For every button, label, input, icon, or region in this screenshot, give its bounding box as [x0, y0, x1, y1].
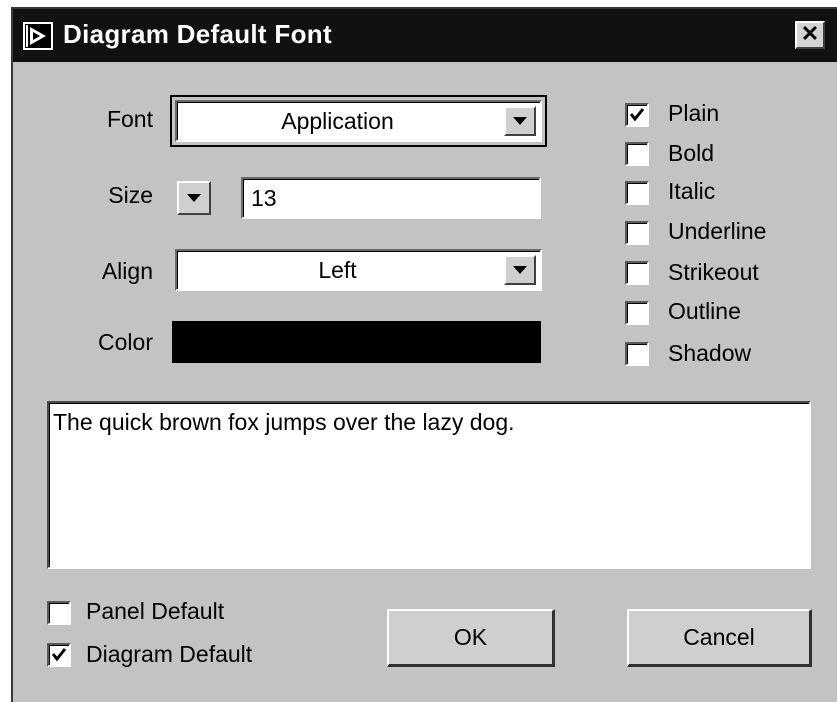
bold-label: Bold [668, 140, 715, 166]
italic-label: Italic [668, 178, 716, 204]
bold-checkbox[interactable] [625, 142, 649, 166]
size-label: Size [108, 182, 153, 208]
underline-label: Underline [668, 218, 767, 244]
color-swatch[interactable] [172, 321, 541, 363]
panel-default-checkbox[interactable] [47, 601, 71, 625]
diagram-default-checkbox[interactable] [47, 643, 71, 667]
plain-checkbox[interactable] [625, 103, 649, 127]
preview-text: The quick brown fox jumps over the lazy … [53, 409, 515, 435]
font-select[interactable]: Application [175, 100, 542, 142]
plain-label: Plain [668, 100, 720, 126]
close-button[interactable]: ✕ [795, 21, 825, 49]
font-label: Font [106, 106, 153, 132]
italic-checkbox[interactable] [625, 181, 649, 205]
align-label: Align [101, 258, 153, 284]
shadow-label: Shadow [668, 340, 752, 366]
panel-default-label: Panel Default [86, 598, 225, 624]
color-label: Color [98, 329, 153, 355]
checkmark-icon [51, 648, 67, 662]
font-dropdown-button[interactable] [504, 106, 536, 136]
align-dropdown-button[interactable] [504, 255, 536, 285]
size-dropdown-button[interactable] [177, 181, 211, 215]
shadow-checkbox[interactable] [625, 342, 649, 366]
size-input-value: 13 [251, 185, 277, 211]
strikeout-label: Strikeout [668, 259, 759, 285]
checkmark-icon [629, 108, 645, 122]
strikeout-checkbox[interactable] [625, 261, 649, 285]
font-preview: The quick brown fox jumps over the lazy … [47, 401, 811, 569]
outline-label: Outline [668, 298, 741, 324]
dialog-window: Diagram Default Font ✕ Font Application … [11, 7, 837, 702]
ok-button[interactable]: OK [387, 609, 555, 667]
title-bar[interactable]: Diagram Default Font ✕ [13, 9, 837, 62]
underline-checkbox[interactable] [625, 221, 649, 245]
close-icon: ✕ [800, 21, 820, 46]
chevron-down-icon [513, 266, 527, 274]
cancel-button[interactable]: Cancel [627, 609, 812, 667]
align-select[interactable]: Left [175, 249, 542, 291]
chevron-down-icon [187, 194, 201, 202]
size-input[interactable]: 13 [241, 177, 541, 219]
font-select-value: Application [281, 107, 394, 134]
app-icon [23, 22, 53, 50]
dialog-title: Diagram Default Font [63, 19, 332, 49]
outline-checkbox[interactable] [625, 301, 649, 325]
ok-button-label: OK [453, 624, 488, 650]
chevron-down-icon [513, 117, 527, 125]
align-select-value: Left [318, 256, 357, 283]
cancel-button-label: Cancel [683, 624, 755, 650]
diagram-default-label: Diagram Default [86, 641, 253, 667]
